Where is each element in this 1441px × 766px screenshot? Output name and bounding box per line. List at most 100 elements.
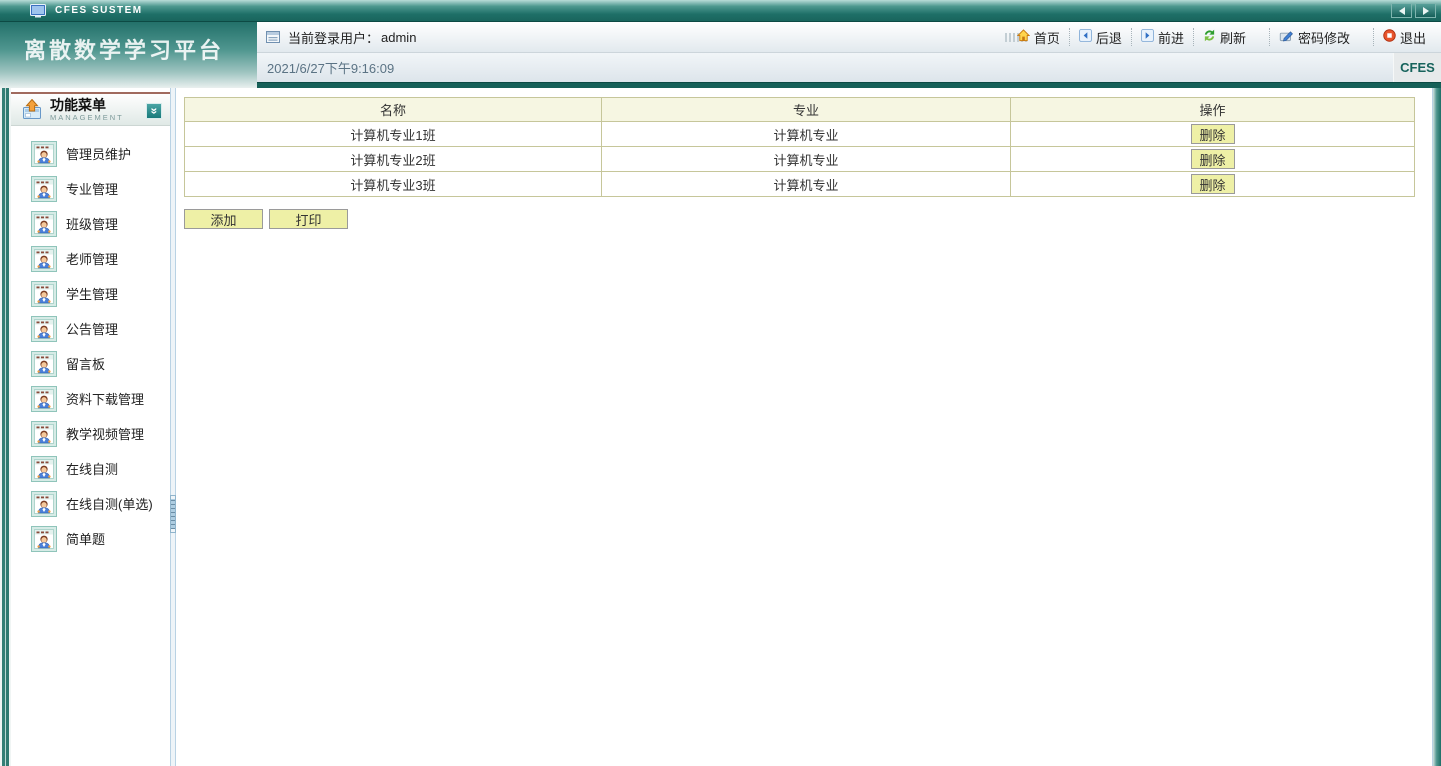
page-title: 离散数学学习平台: [0, 22, 257, 88]
nav-refresh[interactable]: 刷新: [1192, 28, 1255, 46]
home-icon: [1016, 29, 1031, 45]
sidebar-item-online-test-single[interactable]: 在线自测(单选): [11, 486, 170, 521]
sidebar-item-video-management[interactable]: 教学视频管理: [11, 416, 170, 451]
delete-button[interactable]: 删除: [1190, 149, 1235, 169]
logout-icon: [1383, 29, 1396, 45]
user-window-icon: [31, 491, 57, 517]
forward-icon: [1140, 29, 1154, 45]
user-window-icon: [31, 246, 57, 272]
nav-refresh-label: 刷新: [1219, 30, 1246, 46]
cell-action: 删除: [1010, 146, 1415, 172]
cell-class-name: 计算机专业1班: [184, 121, 602, 147]
sidebar-item-student-management[interactable]: 学生管理: [11, 276, 170, 311]
arrow-right-icon: [1422, 6, 1429, 15]
back-icon: [1078, 29, 1092, 45]
cell-action: 删除: [1010, 121, 1415, 147]
sidebar-item-online-test[interactable]: 在线自测: [11, 451, 170, 486]
cell-class-name: 计算机专业3班: [184, 171, 602, 197]
scroll-right-button[interactable]: [1415, 3, 1436, 18]
sidebar-title: 功能菜单: [50, 96, 106, 113]
sidebar-item-label: 公告管理: [66, 322, 119, 337]
sidebar-item-simple-question[interactable]: 简单题: [11, 521, 170, 556]
nav-back-label: 后退: [1095, 30, 1122, 46]
user-window-icon: [31, 351, 57, 377]
sidebar-item-download-management[interactable]: 资料下载管理: [11, 381, 170, 416]
nav-logout[interactable]: 退出: [1372, 28, 1435, 46]
sidebar-item-label: 在线自测(单选): [66, 497, 153, 512]
sidebar-item-admin-maintenance[interactable]: 管理员维护: [11, 136, 170, 171]
title-bar: CFES SUSTEM: [0, 0, 1441, 22]
sidebar-item-label: 在线自测: [66, 462, 119, 477]
app-window: CFES SUSTEM 离散数学学习平台 当前登录用户： admin 首页 后退…: [0, 0, 1441, 766]
nav-home-label: 首页: [1033, 30, 1060, 46]
chevron-down-icon: »: [147, 107, 161, 115]
main-content: 名称 专业 操作 计算机专业1班 计算机专业 删除 计算机专业2班 计算机专业 …: [177, 88, 1432, 766]
sidebar-collapse-button[interactable]: »: [146, 103, 162, 119]
left-edge-decoration: [0, 88, 11, 766]
table-row: 计算机专业1班 计算机专业 删除: [184, 121, 1415, 147]
table-header-row: 名称 专业 操作: [184, 97, 1415, 122]
delete-button[interactable]: 删除: [1190, 174, 1235, 194]
delete-button[interactable]: 删除: [1190, 124, 1235, 144]
cell-major: 计算机专业: [601, 146, 1011, 172]
cell-major: 计算机专业: [601, 171, 1011, 197]
monitor-icon: [30, 3, 47, 18]
scroll-left-button[interactable]: [1391, 3, 1412, 18]
table-row: 计算机专业3班 计算机专业 删除: [184, 171, 1415, 197]
user-window-icon: [31, 141, 57, 167]
cell-action: 删除: [1010, 171, 1415, 197]
window-title: CFES SUSTEM: [55, 5, 143, 16]
table-row: 计算机专业2班 计算机专业 删除: [184, 146, 1415, 172]
user-window-icon: [31, 211, 57, 237]
user-window-icon: [31, 456, 57, 482]
sidebar-item-announcement-management[interactable]: 公告管理: [11, 311, 170, 346]
top-nav: 首页 后退 前进 刷新 密码修改 退出: [1008, 22, 1435, 52]
password-edit-icon: [1279, 29, 1294, 45]
print-button[interactable]: 打印: [269, 209, 348, 229]
nav-forward[interactable]: 前进: [1130, 28, 1193, 46]
user-window-icon: [31, 176, 57, 202]
sidebar-header: 功能菜单 MANAGEMENT »: [11, 92, 170, 126]
nav-home[interactable]: 首页: [1008, 28, 1069, 46]
sidebar-item-label: 班级管理: [66, 217, 119, 232]
nav-forward-label: 前进: [1157, 30, 1184, 46]
nav-password-edit[interactable]: 密码修改: [1268, 28, 1359, 46]
user-window-icon: [31, 421, 57, 447]
nav-logout-label: 退出: [1399, 30, 1426, 46]
add-button[interactable]: 添加: [184, 209, 263, 229]
sidebar-splitter[interactable]: [170, 88, 176, 766]
nav-password-edit-label: 密码修改: [1297, 30, 1350, 46]
user-window-icon: [31, 526, 57, 552]
body: 功能菜单 MANAGEMENT » 管理员维护 专业管理 班级管理 老师管理 学…: [0, 88, 1441, 766]
user-window-icon: [31, 281, 57, 307]
datetime-text: 2021/6/27下午9:16:09: [267, 61, 395, 76]
splitter-handle[interactable]: [170, 495, 176, 533]
brand-label: CFES: [1393, 53, 1441, 82]
class-table: 名称 专业 操作 计算机专业1班 计算机专业 删除 计算机专业2班 计算机专业 …: [184, 97, 1415, 197]
refresh-icon: [1203, 29, 1216, 45]
table-actions: 添加 打印: [184, 209, 1432, 229]
header: 离散数学学习平台 当前登录用户： admin 首页 后退 前进 刷新 密码修改 …: [0, 22, 1441, 88]
current-user-label: 当前登录用户：: [288, 30, 380, 46]
user-window-icon: [31, 386, 57, 412]
menu-icon: [21, 99, 43, 120]
arrow-left-icon: [1398, 6, 1405, 15]
current-user-name: admin: [381, 29, 417, 45]
user-bar: 当前登录用户： admin 首页 后退 前进 刷新 密码修改 退出: [257, 22, 1441, 53]
datetime-bar: 2021/6/27下午9:16:09 CFES: [257, 53, 1441, 82]
sidebar-item-label: 资料下载管理: [66, 392, 145, 407]
sidebar-item-class-management[interactable]: 班级管理: [11, 206, 170, 241]
sidebar-subtitle: MANAGEMENT: [50, 112, 124, 122]
sidebar: 功能菜单 MANAGEMENT » 管理员维护 专业管理 班级管理 老师管理 学…: [11, 88, 170, 766]
cell-major: 计算机专业: [601, 121, 1011, 147]
sidebar-item-label: 管理员维护: [66, 147, 132, 162]
sidebar-menu: 管理员维护 专业管理 班级管理 老师管理 学生管理 公告管理 留言板 资料下载管…: [11, 126, 170, 556]
sidebar-item-label: 学生管理: [66, 287, 119, 302]
nav-back[interactable]: 后退: [1068, 28, 1131, 46]
right-edge-decoration: [1432, 88, 1441, 766]
sidebar-item-major-management[interactable]: 专业管理: [11, 171, 170, 206]
sidebar-item-message-board[interactable]: 留言板: [11, 346, 170, 381]
sidebar-item-teacher-management[interactable]: 老师管理: [11, 241, 170, 276]
sidebar-item-label: 教学视频管理: [66, 427, 145, 442]
cell-class-name: 计算机专业2班: [184, 146, 602, 172]
